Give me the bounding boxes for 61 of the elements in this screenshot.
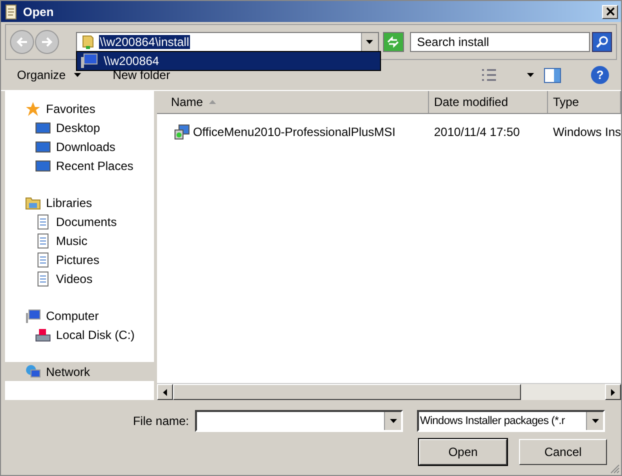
file-name[interactable]: OfficeMenu2010-ProfessionalPlusMSI xyxy=(192,125,396,139)
network-icon xyxy=(25,364,41,380)
address-text: \\w200864\install xyxy=(98,35,190,49)
arrow-right-icon xyxy=(611,388,615,396)
window-title: Open xyxy=(23,4,55,18)
arrow-left-icon xyxy=(162,388,167,396)
computer-icon xyxy=(25,308,41,324)
search-icon xyxy=(595,35,609,49)
monitor-icon xyxy=(35,120,51,136)
caret-icon xyxy=(74,73,81,77)
new-folder-button[interactable]: New folder xyxy=(106,68,176,82)
disk-icon xyxy=(35,326,51,342)
column-header[interactable]: Name xyxy=(156,91,429,113)
horizontal-scrollbar[interactable] xyxy=(156,383,621,400)
nav-item[interactable]: Pictures xyxy=(5,250,154,269)
nav-item[interactable]: Favorites xyxy=(5,99,154,118)
file-name-field[interactable] xyxy=(195,410,403,432)
caret-icon xyxy=(592,419,598,423)
suggestion-item[interactable]: \\w200864 xyxy=(76,52,380,70)
nav-item[interactable]: Downloads xyxy=(5,137,154,156)
installer-icon xyxy=(174,124,190,140)
nav-item[interactable]: Documents xyxy=(5,212,154,231)
organize-menu-button[interactable]: Organize xyxy=(11,68,87,82)
search-field[interactable]: Search install xyxy=(410,32,590,52)
computer-icon xyxy=(80,53,98,69)
help-button[interactable]: ? xyxy=(591,66,609,84)
nav-item[interactable]: Desktop xyxy=(5,118,154,137)
column-header[interactable]: Date modified xyxy=(428,91,548,113)
preview-pane-icon[interactable] xyxy=(544,68,561,82)
type-cell-text: Windows Ins xyxy=(552,125,621,139)
caret-icon[interactable] xyxy=(527,73,534,77)
close-icon xyxy=(606,7,614,16)
view-list-icon[interactable] xyxy=(481,69,497,81)
document-icon xyxy=(35,214,51,230)
column-header[interactable]: Type xyxy=(548,91,621,113)
address-field[interactable]: \\w200864\install xyxy=(76,32,379,52)
star-icon xyxy=(25,100,41,116)
file-name-label: File name: xyxy=(132,414,189,428)
nav-item[interactable]: Recent Places xyxy=(5,156,154,175)
arrow-right-icon xyxy=(40,36,54,48)
nav-item[interactable]: Local Disk (C:) xyxy=(5,325,154,344)
search-button[interactable] xyxy=(592,32,612,52)
library-icon xyxy=(25,194,41,210)
nav-item[interactable]: Videos xyxy=(5,269,154,288)
close-button[interactable] xyxy=(602,4,618,18)
arrow-left-icon xyxy=(15,36,29,48)
back-button[interactable] xyxy=(10,30,34,54)
open-button[interactable]: Open xyxy=(419,439,507,465)
date-cell-text: 2010/11/4 17:50 xyxy=(432,125,521,139)
refresh-icon xyxy=(386,36,400,48)
nav-item[interactable]: Computer xyxy=(5,306,154,325)
cancel-button[interactable]: Cancel xyxy=(519,439,607,465)
caret-icon xyxy=(390,419,396,423)
resize-grip-icon[interactable] xyxy=(610,464,620,474)
file-type-dropdown[interactable]: Windows Installer packages (*.r xyxy=(417,410,605,432)
nav-item[interactable]: Music xyxy=(5,231,154,250)
scroll-icon xyxy=(4,4,18,20)
nav-item[interactable]: Libraries xyxy=(5,193,154,212)
refresh-button[interactable] xyxy=(382,32,404,52)
nav-item[interactable]: Network xyxy=(5,362,154,381)
forward-button[interactable] xyxy=(35,30,59,54)
